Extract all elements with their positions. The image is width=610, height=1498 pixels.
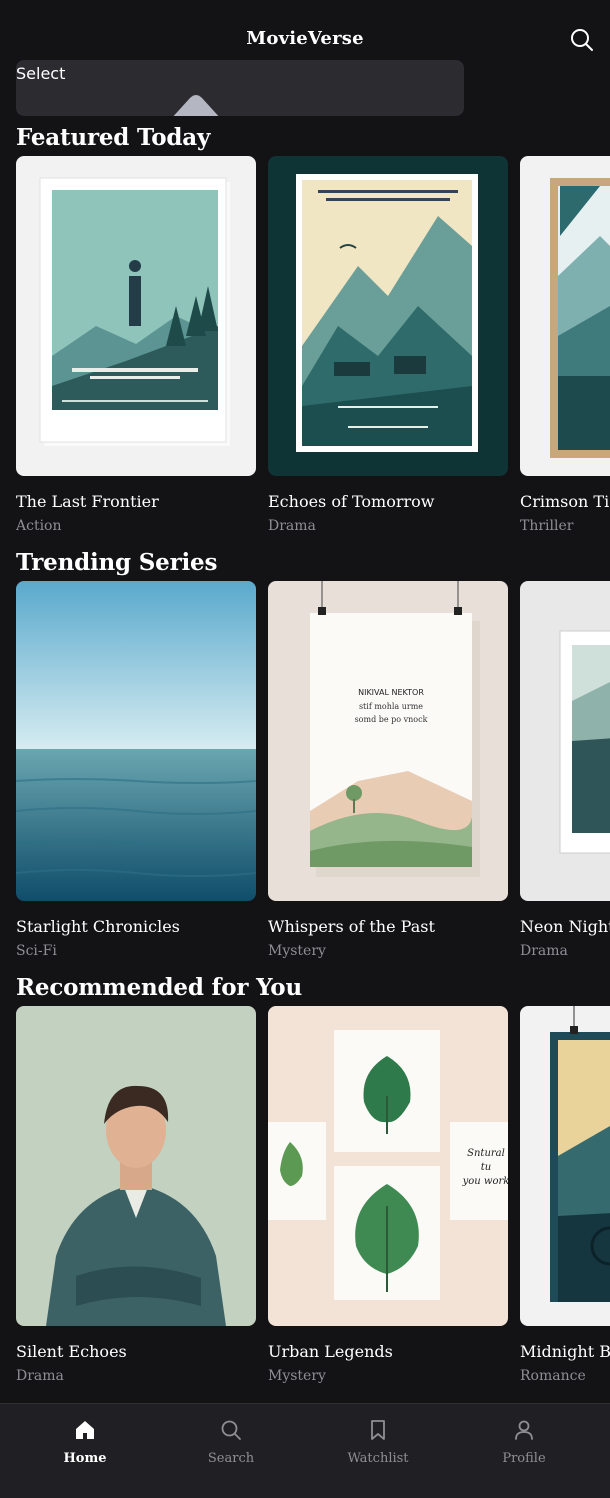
card-genre: Mystery bbox=[268, 943, 326, 959]
home-icon bbox=[76, 1421, 94, 1439]
poster-image bbox=[16, 1006, 256, 1326]
poster-image bbox=[520, 581, 610, 901]
nav-label: Profile bbox=[502, 1451, 546, 1466]
poster-script-text: you work bbox=[462, 1176, 508, 1187]
movie-card[interactable]: Neon Nights Drama bbox=[520, 581, 610, 971]
caret-up-icon bbox=[173, 95, 219, 116]
bottom-navigation: Home Search Watchlist Profile bbox=[0, 1403, 610, 1498]
select-label: Select bbox=[16, 64, 66, 83]
section-title-recommended: Recommended for You bbox=[16, 974, 302, 1001]
card-genre: Mystery bbox=[268, 1368, 326, 1384]
profile-icon bbox=[515, 1420, 533, 1440]
card-title: Neon Nights bbox=[520, 917, 610, 936]
bookmark-icon bbox=[371, 1420, 385, 1440]
header-search-button[interactable] bbox=[568, 26, 596, 54]
search-icon bbox=[571, 29, 593, 51]
card-title: Starlight Chronicles bbox=[16, 917, 180, 936]
movie-card[interactable]: Crimson Tides Thriller bbox=[520, 156, 610, 546]
poster-image: NIKIVAL NEKTOR stif mohla urme somd be p… bbox=[268, 581, 508, 901]
card-genre: Sci-Fi bbox=[16, 943, 57, 959]
nav-item-home[interactable]: Home bbox=[12, 1404, 158, 1498]
poster-title-text: NIKIVAL NEKTOR bbox=[358, 688, 424, 697]
nav-label: Search bbox=[207, 1451, 255, 1466]
poster-image bbox=[520, 1006, 610, 1326]
poster-image bbox=[520, 156, 610, 476]
recommended-row[interactable]: Silent Echoes Drama Sntural tu you work … bbox=[16, 1006, 610, 1396]
featured-row[interactable]: The Last Frontier Action Echoes of Tomor… bbox=[16, 156, 610, 546]
poster-script-text: Sntural bbox=[467, 1148, 505, 1159]
poster-image: Sntural tu you work bbox=[268, 1006, 508, 1326]
card-genre: Romance bbox=[520, 1368, 586, 1384]
movie-card[interactable]: NIKIVAL NEKTOR stif mohla urme somd be p… bbox=[268, 581, 508, 971]
nav-label: Watchlist bbox=[347, 1451, 409, 1466]
movie-card[interactable]: Sntural tu you work Urban Legends Myster… bbox=[268, 1006, 508, 1396]
card-title: Urban Legends bbox=[268, 1342, 393, 1361]
poster-subtitle-text: stif mohla urme bbox=[359, 702, 423, 711]
movie-card[interactable]: Silent Echoes Drama bbox=[16, 1006, 256, 1396]
card-genre: Drama bbox=[16, 1368, 64, 1384]
card-title: Crimson Tides bbox=[520, 492, 610, 511]
nav-item-search[interactable]: Search bbox=[158, 1404, 304, 1498]
poster-image bbox=[268, 156, 508, 476]
card-title: The Last Frontier bbox=[16, 492, 159, 511]
section-title-featured: Featured Today bbox=[16, 124, 211, 151]
card-genre: Drama bbox=[520, 943, 568, 959]
card-genre: Drama bbox=[268, 518, 316, 534]
card-genre: Action bbox=[16, 518, 62, 534]
app-title: MovieVerse bbox=[246, 28, 364, 49]
poster-image bbox=[16, 581, 256, 901]
section-title-trending: Trending Series bbox=[16, 549, 218, 576]
nav-label: Home bbox=[63, 1451, 107, 1466]
card-title: Echoes of Tomorrow bbox=[268, 492, 435, 511]
poster-subtitle-text: somd be po vnock bbox=[355, 715, 428, 724]
poster-script-text: tu bbox=[481, 1162, 491, 1173]
card-genre: Thriller bbox=[520, 518, 574, 534]
movie-card[interactable]: Starlight Chronicles Sci-Fi bbox=[16, 581, 256, 971]
nav-item-profile[interactable]: Profile bbox=[451, 1404, 597, 1498]
select-dropdown[interactable]: Select bbox=[16, 60, 464, 116]
movie-card[interactable]: Midnight Blues Romance bbox=[520, 1006, 610, 1396]
movie-card[interactable]: Echoes of Tomorrow Drama bbox=[268, 156, 508, 546]
nav-item-watchlist[interactable]: Watchlist bbox=[305, 1404, 451, 1498]
movie-card[interactable]: The Last Frontier Action bbox=[16, 156, 256, 546]
poster-image bbox=[16, 156, 256, 476]
card-title: Silent Echoes bbox=[16, 1342, 127, 1361]
card-title: Whispers of the Past bbox=[268, 917, 435, 936]
trending-row[interactable]: Starlight Chronicles Sci-Fi NIKIVAL NEKT… bbox=[16, 581, 610, 971]
card-title: Midnight Blues bbox=[520, 1342, 610, 1361]
search-icon bbox=[221, 1420, 241, 1440]
